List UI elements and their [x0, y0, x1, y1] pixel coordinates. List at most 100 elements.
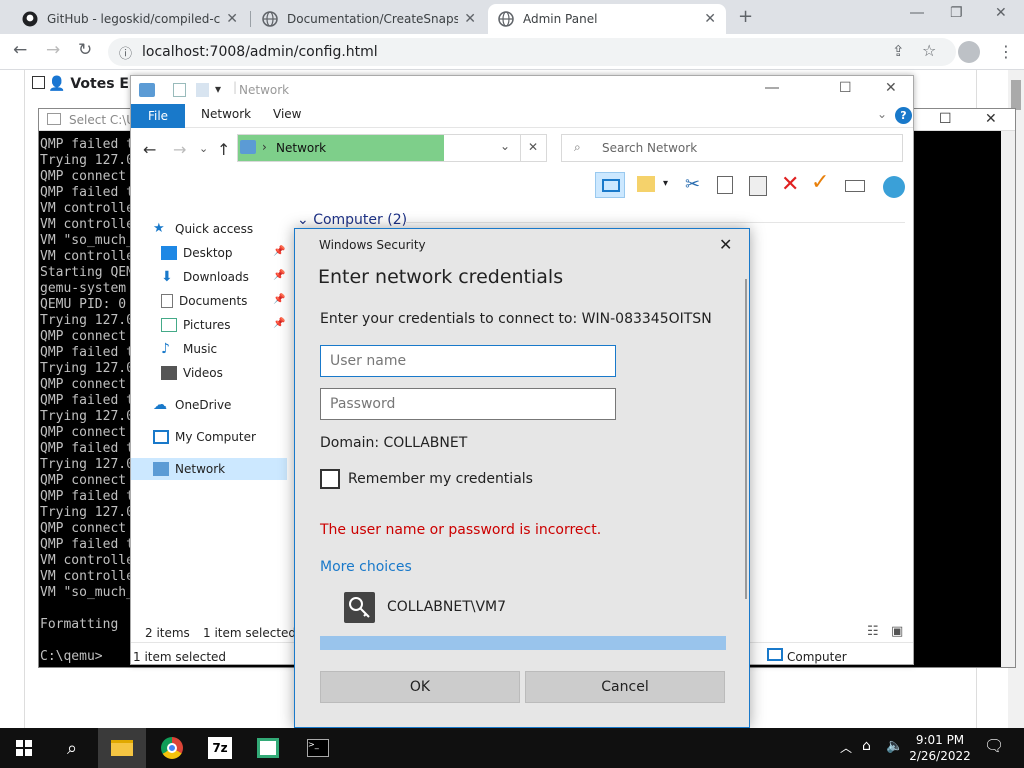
- address-dropdown-icon[interactable]: ⌄: [500, 139, 510, 153]
- key-icon[interactable]: [344, 592, 375, 623]
- file-explorer-icon[interactable]: [98, 728, 146, 768]
- console-line: Formatting: [40, 617, 119, 632]
- search-icon[interactable]: ⌕: [48, 728, 96, 768]
- restore-icon[interactable]: ❐: [950, 5, 963, 21]
- start-button[interactable]: [0, 728, 48, 768]
- sidebar-item-onedrive[interactable]: ☁ OneDrive: [153, 394, 231, 416]
- sidebar-item-my-computer[interactable]: My Computer: [153, 426, 256, 448]
- terminal-icon[interactable]: >_: [294, 728, 342, 768]
- clock[interactable]: 9:01 PM 2/26/2022: [908, 732, 972, 764]
- paste-icon[interactable]: [749, 176, 767, 196]
- notifications-icon[interactable]: 🗨: [984, 736, 1004, 755]
- forward-icon[interactable]: →: [173, 140, 186, 159]
- copy-icon[interactable]: [717, 176, 733, 194]
- details-view-icon[interactable]: ☷: [867, 624, 879, 639]
- pin-icon[interactable]: 📌: [273, 246, 285, 257]
- back-icon[interactable]: ←: [13, 40, 27, 60]
- votes-checkbox[interactable]: [32, 76, 45, 89]
- breadcrumb-network[interactable]: Network: [276, 141, 326, 155]
- close-tab-icon[interactable]: ✕: [226, 11, 238, 27]
- minimize-icon[interactable]: ―: [765, 80, 779, 96]
- tab-documentation[interactable]: Documentation/CreateSnapshot ✕: [252, 4, 486, 34]
- scroll-thumb[interactable]: [1011, 80, 1021, 110]
- note-icon[interactable]: [637, 176, 655, 192]
- 7zip-icon[interactable]: 7z: [196, 728, 244, 768]
- close-tab-icon[interactable]: ✕: [464, 11, 476, 27]
- maximize-icon[interactable]: ☐: [939, 111, 952, 127]
- info-icon[interactable]: ⓘ: [119, 43, 132, 62]
- sidebar-item-desktop[interactable]: Desktop: [161, 242, 233, 264]
- close-tab-icon[interactable]: ✕: [704, 11, 716, 27]
- sidebar-item-documents[interactable]: Documents: [161, 290, 247, 312]
- customize-arrow-icon[interactable]: ▾: [215, 82, 221, 96]
- reload-icon[interactable]: ↻: [78, 40, 92, 60]
- tab-admin-panel[interactable]: Admin Panel ✕: [488, 4, 726, 34]
- breadcrumb-chevron-icon: ›: [262, 140, 267, 154]
- sidebar-item-downloads[interactable]: ⬇ Downloads: [161, 266, 249, 288]
- pin-icon[interactable]: 📌: [273, 318, 285, 329]
- recent-chevron-icon[interactable]: ⌄: [199, 142, 208, 155]
- address-bar[interactable]: › Network ⌄ ✕: [237, 134, 547, 162]
- account-option[interactable]: COLLABNET\VM7: [387, 599, 506, 615]
- globe-icon[interactable]: [883, 176, 905, 198]
- sidebar-item-videos[interactable]: Videos: [161, 362, 223, 384]
- back-icon[interactable]: ←: [143, 140, 156, 159]
- sidebar-item-quick-access[interactable]: ★ Quick access: [153, 218, 253, 240]
- clock-date: 2/26/2022: [909, 749, 971, 763]
- new-tab-button[interactable]: +: [738, 6, 753, 27]
- sidebar-item-pictures[interactable]: Pictures: [161, 314, 231, 336]
- sidebar-item-network[interactable]: Network: [131, 458, 287, 480]
- search-box[interactable]: ⌕ Search Network: [561, 134, 903, 162]
- rename-icon[interactable]: [845, 180, 865, 192]
- more-choices-link[interactable]: More choices: [320, 559, 412, 575]
- new-folder-icon[interactable]: [196, 83, 209, 97]
- maximize-icon[interactable]: ☐: [839, 80, 852, 96]
- preview-pane-button[interactable]: [595, 172, 625, 198]
- console-line: VM controlle: [40, 217, 134, 232]
- chevron-down-icon[interactable]: ⌄: [877, 107, 887, 121]
- properties-icon[interactable]: [173, 83, 186, 97]
- tab-network[interactable]: Network: [201, 107, 251, 121]
- share-icon[interactable]: ⇪: [892, 42, 905, 60]
- chevron-up-icon[interactable]: ︿: [840, 739, 852, 756]
- tab-github[interactable]: GitHub - legoskid/compiled-colla ✕: [12, 4, 248, 34]
- network-status-icon[interactable]: ⌂: [862, 738, 871, 754]
- cancel-button[interactable]: Cancel: [525, 671, 725, 703]
- pin-icon[interactable]: 📌: [273, 294, 285, 305]
- check-icon[interactable]: ✓: [811, 170, 829, 195]
- dialog-scrollbar[interactable]: [745, 279, 747, 599]
- close-icon[interactable]: ✕: [719, 235, 732, 254]
- bookmark-star-icon[interactable]: ☆: [922, 41, 936, 60]
- console-line: VM controlle: [40, 569, 134, 584]
- profile-avatar[interactable]: [958, 41, 980, 63]
- sidebar-item-music[interactable]: ♪ Music: [161, 338, 217, 360]
- address-bar[interactable]: ⓘ localhost:7008/admin/config.html ⇪ ☆: [108, 38, 956, 66]
- remember-checkbox[interactable]: [320, 469, 340, 489]
- console-scrollbar[interactable]: [1001, 131, 1015, 667]
- large-icons-view-icon[interactable]: ▣: [891, 624, 903, 639]
- pin-icon[interactable]: 📌: [273, 270, 285, 281]
- password-input[interactable]: Password: [320, 388, 616, 420]
- delete-icon[interactable]: ✕: [781, 172, 799, 197]
- username-input[interactable]: User name: [320, 345, 616, 377]
- remember-label[interactable]: Remember my credentials: [348, 471, 533, 487]
- group-header-computer[interactable]: ⌄ Computer (2): [297, 212, 407, 228]
- minimize-icon[interactable]: ―: [910, 5, 924, 21]
- dropdown-arrow-icon[interactable]: ▾: [663, 178, 668, 189]
- clear-address-icon[interactable]: ✕: [528, 140, 538, 154]
- app-icon[interactable]: [244, 728, 292, 768]
- close-icon[interactable]: ✕: [985, 111, 997, 127]
- help-icon[interactable]: ?: [895, 107, 912, 124]
- chrome-icon[interactable]: [148, 728, 196, 768]
- tab-view[interactable]: View: [273, 107, 301, 121]
- close-icon[interactable]: ✕: [885, 80, 897, 96]
- volume-icon[interactable]: 🔈: [886, 738, 903, 754]
- tab-file[interactable]: File: [131, 104, 185, 128]
- ok-button[interactable]: OK: [320, 671, 520, 703]
- cut-icon[interactable]: ✂: [685, 174, 700, 195]
- status-computer: Computer: [787, 650, 847, 664]
- up-icon[interactable]: ↑: [217, 140, 230, 159]
- forward-icon[interactable]: →: [46, 40, 60, 60]
- close-window-icon[interactable]: ✕: [995, 5, 1007, 21]
- menu-dots-icon[interactable]: ⋮: [998, 42, 1014, 61]
